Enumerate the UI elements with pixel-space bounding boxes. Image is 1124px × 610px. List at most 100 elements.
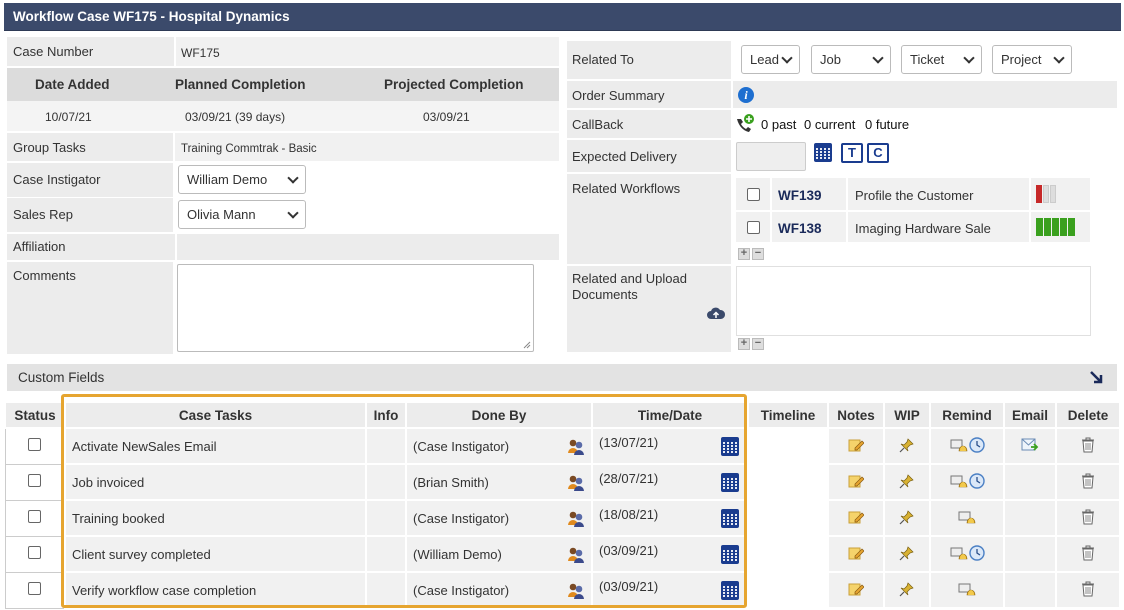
users-icon[interactable] [567, 582, 585, 600]
notes-cell[interactable] [827, 427, 885, 465]
workflow-checkbox[interactable] [747, 221, 760, 237]
note-pencil-icon[interactable] [848, 509, 865, 525]
calendar-icon[interactable] [721, 473, 739, 495]
documents-dropzone[interactable] [736, 266, 1091, 336]
send-email-icon[interactable] [1021, 438, 1039, 452]
users-icon[interactable] [567, 474, 585, 492]
remind-bell-icon[interactable] [950, 473, 968, 489]
workflow-id-link[interactable]: WF139 [778, 188, 822, 203]
calendar-icon[interactable] [721, 437, 739, 459]
calendar-icon[interactable] [814, 143, 832, 165]
trash-icon[interactable] [1081, 581, 1095, 597]
users-icon[interactable] [567, 546, 585, 564]
users-icon[interactable] [567, 438, 585, 456]
pin-icon[interactable] [899, 473, 915, 489]
add-workflow-button[interactable]: + [738, 248, 750, 260]
cloud-upload-icon[interactable] [706, 305, 726, 321]
clock-icon[interactable] [968, 472, 985, 489]
status-checkbox[interactable] [28, 546, 42, 559]
status-cell[interactable] [4, 499, 66, 537]
comments-textarea[interactable] [177, 264, 534, 352]
remind-cell[interactable] [929, 427, 1005, 465]
resize-handle-icon[interactable] [523, 341, 531, 349]
delete-cell[interactable] [1055, 535, 1121, 573]
email-cell[interactable] [1003, 427, 1057, 465]
delete-cell[interactable] [1055, 499, 1121, 537]
clear-date-icon[interactable]: C [867, 143, 889, 163]
wip-cell[interactable] [883, 571, 931, 609]
callback-future[interactable]: 0 future [865, 117, 909, 132]
delete-cell[interactable] [1055, 463, 1121, 501]
pin-icon[interactable] [899, 509, 915, 525]
delete-cell[interactable] [1055, 571, 1121, 609]
status-checkbox[interactable] [28, 582, 42, 595]
remind-cell[interactable] [929, 499, 1005, 537]
wip-cell[interactable] [883, 499, 931, 537]
status-cell[interactable] [4, 571, 66, 609]
case-instigator-select[interactable]: William Demo [178, 165, 306, 194]
expand-arrow-icon[interactable] [1089, 370, 1104, 385]
note-pencil-icon[interactable] [848, 581, 865, 597]
remove-workflow-button[interactable]: − [752, 248, 764, 260]
note-pencil-icon[interactable] [848, 437, 865, 453]
related-ticket-select[interactable]: Ticket [901, 45, 982, 74]
remove-document-button[interactable]: − [752, 338, 764, 350]
calendar-icon[interactable] [721, 581, 739, 603]
email-cell[interactable] [1003, 499, 1057, 537]
calendar-icon[interactable] [721, 545, 739, 567]
workflow-checkbox[interactable] [747, 188, 760, 204]
status-cell[interactable] [4, 427, 66, 465]
email-cell[interactable] [1003, 571, 1057, 609]
status-cell[interactable] [4, 463, 66, 501]
email-cell[interactable] [1003, 535, 1057, 573]
notes-cell[interactable] [827, 499, 885, 537]
related-lead-select[interactable]: Lead [741, 45, 800, 74]
remind-bell-icon[interactable] [958, 509, 976, 525]
trash-icon[interactable] [1081, 545, 1095, 561]
callback-past[interactable]: 0 past [761, 117, 796, 132]
add-document-button[interactable]: + [738, 338, 750, 350]
remind-cell[interactable] [929, 571, 1005, 609]
today-icon[interactable]: T [841, 143, 863, 163]
custom-fields-bar[interactable] [7, 364, 1117, 391]
wip-cell[interactable] [883, 427, 931, 465]
related-job-select[interactable]: Job [811, 45, 891, 74]
clock-icon[interactable] [968, 544, 985, 561]
remind-bell-icon[interactable] [950, 437, 968, 453]
notes-cell[interactable] [827, 463, 885, 501]
pin-icon[interactable] [899, 437, 915, 453]
trash-icon[interactable] [1081, 509, 1095, 525]
status-checkbox[interactable] [28, 438, 42, 452]
trash-icon[interactable] [1081, 437, 1095, 453]
remind-cell[interactable] [929, 463, 1005, 501]
phone-add-icon[interactable] [734, 113, 756, 135]
users-icon[interactable] [567, 510, 585, 528]
remind-cell[interactable] [929, 535, 1005, 573]
remind-bell-icon[interactable] [950, 545, 968, 561]
status-cell[interactable] [4, 535, 66, 573]
group-tasks-label: Group Tasks [13, 140, 86, 155]
wip-cell[interactable] [883, 535, 931, 573]
trash-icon[interactable] [1081, 473, 1095, 489]
note-pencil-icon[interactable] [848, 545, 865, 561]
note-pencil-icon[interactable] [848, 473, 865, 489]
clock-icon[interactable] [968, 436, 985, 453]
pin-icon[interactable] [899, 545, 915, 561]
wip-cell[interactable] [883, 463, 931, 501]
workflow-id-link[interactable]: WF138 [778, 221, 822, 236]
notes-cell[interactable] [827, 535, 885, 573]
expected-delivery-input[interactable] [736, 142, 806, 171]
callback-current[interactable]: 0 current [804, 117, 855, 132]
status-checkbox[interactable] [28, 474, 42, 487]
delete-cell[interactable] [1055, 427, 1121, 465]
sales-rep-select[interactable]: Olivia Mann [178, 200, 306, 229]
status-checkbox[interactable] [28, 510, 42, 523]
calendar-icon[interactable] [721, 509, 739, 531]
pin-icon[interactable] [899, 581, 915, 597]
notes-cell[interactable] [827, 571, 885, 609]
remind-bell-icon[interactable] [958, 581, 976, 597]
email-cell[interactable] [1003, 463, 1057, 501]
info-icon[interactable]: i [738, 87, 754, 103]
timeline-cell [747, 535, 829, 573]
related-project-select[interactable]: Project [992, 45, 1072, 74]
